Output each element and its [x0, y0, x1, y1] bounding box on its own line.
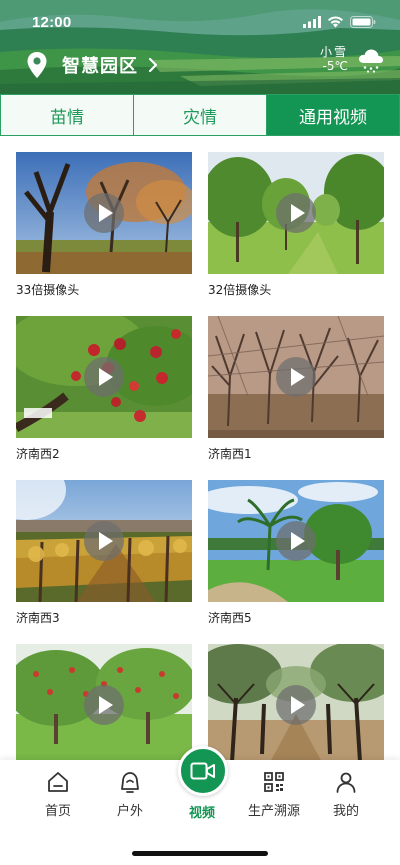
header-banner: 12:00 智慧园区 小雪 -5℃: [0, 0, 400, 94]
location-label: 智慧园区: [62, 56, 138, 77]
status-bar: 12:00: [0, 0, 400, 44]
weather-widget: 小雪 -5℃: [319, 45, 386, 74]
video-thumbnail[interactable]: [16, 316, 192, 438]
video-nav-button[interactable]: [178, 746, 228, 796]
chevron-right-icon: [148, 57, 158, 73]
video-title: 济南西3: [16, 611, 60, 625]
outdoor-icon: [121, 772, 139, 793]
weather-condition: 小雪: [319, 45, 348, 60]
play-icon[interactable]: [84, 193, 124, 233]
video-card[interactable]: 济南西2: [16, 316, 192, 462]
nav-item-video[interactable]: 视频: [167, 796, 237, 821]
video-title: 32倍摄像头: [208, 283, 272, 297]
nav-label-outdoor: 户外: [116, 804, 143, 819]
video-title: 济南西2: [16, 447, 60, 461]
video-thumbnail[interactable]: [16, 480, 192, 602]
video-camera-icon: [190, 762, 215, 780]
play-icon[interactable]: [276, 685, 316, 725]
nav-item-home[interactable]: 首页: [23, 770, 93, 819]
nav-label-video: 视频: [188, 806, 215, 821]
nav-item-traceability[interactable]: 生产溯源: [239, 770, 309, 819]
video-card[interactable]: 33倍摄像头: [16, 152, 192, 298]
play-icon[interactable]: [276, 193, 316, 233]
video-title: 济南西1: [208, 447, 252, 461]
play-icon[interactable]: [276, 521, 316, 561]
category-tabs: 苗情 灾情 通用视频: [0, 94, 400, 136]
tab-seedling[interactable]: 苗情: [0, 95, 134, 135]
video-title: 33倍摄像头: [16, 283, 80, 297]
video-thumbnail[interactable]: [208, 480, 384, 602]
user-icon: [336, 772, 356, 793]
video-card[interactable]: [16, 644, 192, 774]
video-card[interactable]: 32倍摄像头: [208, 152, 384, 298]
status-icons: [303, 16, 376, 28]
nav-item-profile[interactable]: 我的: [311, 770, 381, 819]
play-icon[interactable]: [84, 521, 124, 561]
video-thumbnail[interactable]: [16, 152, 192, 274]
nav-item-outdoor[interactable]: 户外: [95, 770, 165, 819]
video-title: 济南西5: [208, 611, 252, 625]
nav-label-traceability: 生产溯源: [247, 804, 300, 819]
bottom-navigation: 首页 户外 视频 生产溯源 我的: [0, 746, 400, 865]
battery-icon: [350, 16, 376, 28]
weather-temperature: -5℃: [322, 59, 348, 73]
video-card[interactable]: 济南西5: [208, 480, 384, 626]
snow-cloud-icon: [358, 49, 384, 73]
video-thumbnail[interactable]: [208, 152, 384, 274]
home-indicator[interactable]: [132, 851, 268, 856]
video-card[interactable]: 济南西1: [208, 316, 384, 462]
video-card[interactable]: 济南西3: [16, 480, 192, 626]
qr-code-icon: [264, 772, 284, 792]
video-card[interactable]: [208, 644, 384, 774]
nav-label-profile: 我的: [332, 804, 359, 819]
status-time: 12:00: [32, 13, 72, 31]
nav-label-home: 首页: [44, 804, 71, 819]
home-icon: [48, 772, 68, 792]
tab-disaster[interactable]: 灾情: [134, 95, 267, 135]
video-thumbnail[interactable]: [16, 644, 192, 766]
video-thumbnail[interactable]: [208, 316, 384, 438]
play-icon[interactable]: [84, 685, 124, 725]
location-selector[interactable]: 智慧园区: [26, 48, 158, 82]
video-thumbnail[interactable]: [208, 644, 384, 766]
tab-general-video[interactable]: 通用视频: [267, 95, 400, 135]
play-icon[interactable]: [276, 357, 316, 397]
wifi-icon: [328, 16, 343, 28]
location-pin-icon: [27, 52, 47, 78]
play-icon[interactable]: [84, 357, 124, 397]
cellular-signal-icon: [303, 16, 321, 28]
